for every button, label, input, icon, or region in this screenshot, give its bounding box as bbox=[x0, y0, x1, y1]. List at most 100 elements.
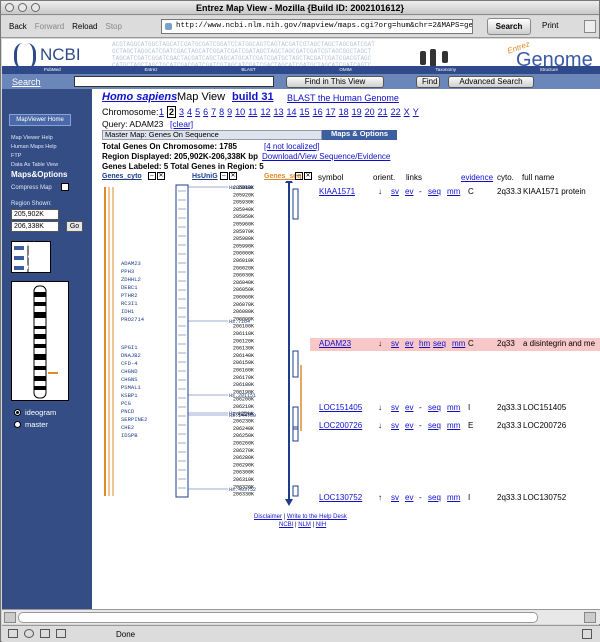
blast-link[interactable]: BLAST the Human Genome bbox=[287, 93, 399, 103]
nih-link[interactable]: NIH bbox=[316, 522, 326, 528]
gene-symbol-link[interactable]: LOC130752 bbox=[319, 493, 362, 502]
gene-link-mm[interactable]: mm bbox=[447, 493, 460, 502]
map-tracks[interactable]: ADAM23PPH3ZDHHL2DEBC1PTHR2RC3I1IDH1PRO27… bbox=[92, 181, 317, 511]
build-link[interactable]: build 31 bbox=[232, 91, 274, 103]
scroll-right-icon[interactable] bbox=[584, 612, 596, 623]
download-link[interactable]: Download/View Sequence/Evidence bbox=[262, 152, 390, 161]
chromosome-13-link[interactable]: 13 bbox=[274, 107, 284, 117]
gene-link-sv[interactable]: sv bbox=[391, 187, 399, 196]
species-link[interactable]: Homo sapiens bbox=[102, 91, 177, 103]
track-genes-cyto[interactable]: Genes_cyto bbox=[102, 173, 142, 180]
gene-symbol-link[interactable]: KIAA1571 bbox=[319, 187, 355, 196]
go-button[interactable]: Go bbox=[66, 221, 83, 232]
advanced-search-button[interactable]: Advanced Search bbox=[448, 75, 534, 88]
reload-button[interactable]: Reload bbox=[72, 22, 97, 31]
help-desk-link[interactable]: Write to the Help Desk bbox=[287, 514, 347, 520]
gene-symbol-link[interactable]: ADAM23 bbox=[319, 339, 351, 348]
sidebar-link-human-maps-help[interactable]: Human Maps Help bbox=[11, 144, 57, 150]
compress-map-checkbox[interactable] bbox=[61, 183, 69, 191]
gene-link-sv[interactable]: sv bbox=[391, 493, 399, 502]
chromosome-6-link[interactable]: 6 bbox=[203, 107, 208, 117]
clear-link[interactable]: [clear] bbox=[170, 119, 193, 129]
find-button[interactable]: Find bbox=[416, 75, 440, 88]
navigator-icon[interactable] bbox=[24, 629, 34, 638]
chromosome-1-link[interactable]: 1 bbox=[159, 107, 164, 117]
chromosome-7-link[interactable]: 7 bbox=[211, 107, 216, 117]
gene-link-ev[interactable]: ev bbox=[405, 187, 413, 196]
scroll-thumb[interactable] bbox=[18, 612, 538, 623]
chromosome-ideogram[interactable] bbox=[11, 281, 69, 401]
chromosome-X-link[interactable]: X bbox=[404, 107, 410, 117]
track-arrow-icon[interactable]: ⇔ bbox=[148, 172, 156, 180]
chromosome-4-link[interactable]: 4 bbox=[187, 107, 192, 117]
nlm-link[interactable]: NLM bbox=[298, 522, 311, 528]
gene-symbol-link[interactable]: LOC200726 bbox=[319, 421, 362, 430]
region-from-input[interactable] bbox=[11, 209, 59, 220]
col-evidence[interactable]: evidence bbox=[461, 173, 493, 182]
back-button[interactable]: Back bbox=[9, 22, 27, 31]
gene-link-ev[interactable]: ev bbox=[405, 421, 413, 430]
gene-symbol-link[interactable]: LOC151405 bbox=[319, 403, 362, 412]
chromosome-22-link[interactable]: 22 bbox=[391, 107, 401, 117]
chromosome-11-link[interactable]: 11 bbox=[248, 107, 257, 117]
gene-link-mm[interactable]: mm bbox=[447, 187, 460, 196]
chromosome-Y-link[interactable]: Y bbox=[413, 107, 419, 117]
sidebar-link-table-view[interactable]: Data As Table View bbox=[11, 162, 58, 168]
nav-omim[interactable]: OMIM bbox=[339, 66, 351, 74]
nav-entrez[interactable]: Entrez bbox=[144, 66, 157, 74]
track-arrow-icon[interactable]: ⇔ bbox=[220, 172, 228, 180]
region-to-input[interactable] bbox=[11, 221, 59, 232]
nav-taxonomy[interactable]: Taxonomy bbox=[435, 66, 456, 74]
print-button[interactable]: Print bbox=[542, 21, 558, 30]
maps-options-heading[interactable]: Maps&Options bbox=[11, 170, 67, 179]
chromosome-21-link[interactable]: 21 bbox=[378, 107, 388, 117]
track-close-icon[interactable]: ✕ bbox=[304, 172, 312, 180]
chromosome-2-link[interactable]: 2 bbox=[167, 106, 177, 118]
composer-icon[interactable] bbox=[40, 629, 50, 638]
gene-link-mm[interactable]: mm bbox=[447, 403, 460, 412]
gene-link-ev[interactable]: ev bbox=[405, 493, 413, 502]
gene-link-mm[interactable]: mm bbox=[447, 421, 460, 430]
nav-blast[interactable]: BLAST bbox=[241, 66, 255, 74]
disclaimer-link[interactable]: Disclaimer bbox=[254, 514, 282, 520]
master-radio[interactable] bbox=[14, 421, 21, 428]
ncbi-logo[interactable]: NCBI bbox=[40, 45, 81, 65]
nav-pubmed[interactable]: PubMed bbox=[44, 66, 61, 74]
chromosome-9-link[interactable]: 9 bbox=[227, 107, 232, 117]
search-input[interactable] bbox=[74, 76, 274, 87]
zoom-out-label[interactable]: out bbox=[25, 241, 35, 248]
ideogram-radio[interactable] bbox=[14, 409, 21, 416]
chromosome-5-link[interactable]: 5 bbox=[195, 107, 200, 117]
gene-link-seq[interactable]: seq bbox=[428, 403, 441, 412]
chromosome-14-link[interactable]: 14 bbox=[287, 107, 297, 117]
chromosome-18-link[interactable]: 18 bbox=[339, 107, 349, 117]
find-in-view-button[interactable]: Find in This View bbox=[286, 75, 384, 88]
chromosome-12-link[interactable]: 12 bbox=[261, 107, 271, 117]
ncbi-link[interactable]: NCBI bbox=[279, 522, 293, 528]
not-localized-link[interactable]: [4 not localized] bbox=[264, 142, 320, 151]
sidebar-link-ftp[interactable]: FTP bbox=[11, 153, 21, 159]
zoom-in-label[interactable]: in bbox=[25, 264, 31, 271]
window-controls[interactable] bbox=[5, 3, 40, 12]
search-button[interactable]: Search bbox=[487, 18, 531, 35]
track-close-icon[interactable]: ✕ bbox=[229, 172, 237, 180]
stop-button[interactable]: Stop bbox=[106, 22, 122, 31]
address-book-icon[interactable] bbox=[56, 629, 66, 638]
gene-link-sv[interactable]: sv bbox=[391, 403, 399, 412]
chromosome-19-link[interactable]: 19 bbox=[352, 107, 362, 117]
chromosome-10-link[interactable]: 10 bbox=[235, 107, 245, 117]
gene-link-ev[interactable]: ev bbox=[405, 403, 413, 412]
chromosome-20-link[interactable]: 20 bbox=[365, 107, 375, 117]
chromosome-17-link[interactable]: 17 bbox=[326, 107, 336, 117]
search-link[interactable]: Search bbox=[12, 77, 74, 87]
gene-link-seq[interactable]: seq bbox=[428, 493, 441, 502]
chromosome-8-link[interactable]: 8 bbox=[219, 107, 224, 117]
gene-link-mm[interactable]: mm bbox=[452, 339, 465, 348]
url-field[interactable]: http://www.ncbi.nlm.nih.gov/mapview/maps… bbox=[161, 19, 473, 34]
gene-link-seq[interactable]: seq bbox=[428, 421, 441, 430]
chromosome-16-link[interactable]: 16 bbox=[313, 107, 323, 117]
track-close-icon[interactable]: ✕ bbox=[157, 172, 165, 180]
track-hsunig[interactable]: HsUniG bbox=[192, 173, 218, 180]
sidebar-link-map-viewer-help[interactable]: Map Viewer Help bbox=[11, 135, 53, 141]
gene-link-sv[interactable]: sv bbox=[391, 421, 399, 430]
